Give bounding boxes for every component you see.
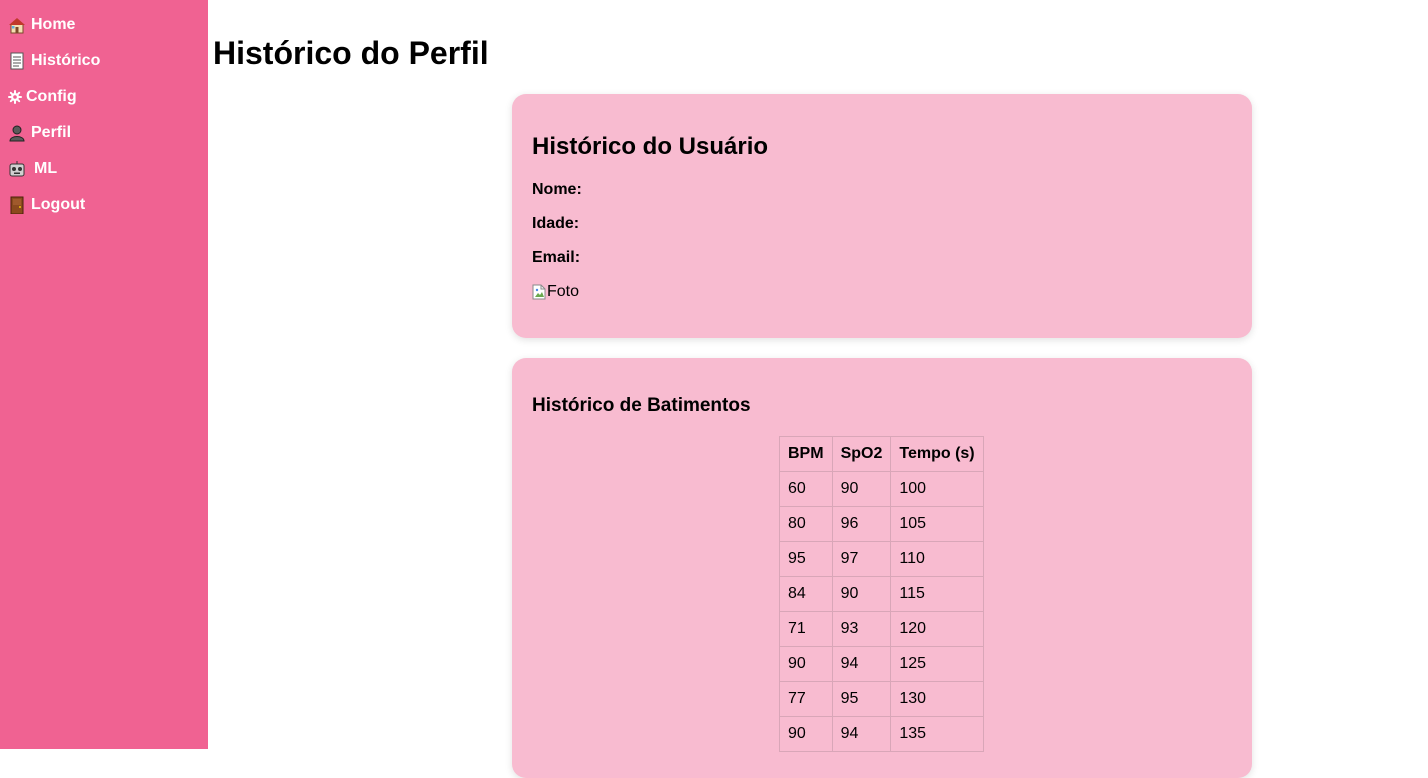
name-field: Nome: xyxy=(532,180,586,200)
time-cell: 115 xyxy=(890,576,984,612)
table-row: 60 90 100 xyxy=(779,471,984,507)
door-icon xyxy=(8,196,26,214)
beats-table: BPM SpO2 Tempo (s) 60 90 100 80 96 105 9… xyxy=(779,436,984,752)
house-icon xyxy=(8,16,26,34)
photo-alt-text: Foto xyxy=(547,283,580,300)
email-field: Email: xyxy=(532,248,584,268)
time-cell: 135 xyxy=(890,716,984,752)
table-row: 90 94 125 xyxy=(779,646,984,682)
time-cell: 110 xyxy=(890,541,984,577)
time-cell: 120 xyxy=(890,611,984,647)
user-card-title: Histórico do Usuário xyxy=(532,133,769,160)
spo2-cell: 94 xyxy=(831,716,892,752)
bpm-cell: 84 xyxy=(779,576,833,612)
sidebar-item-label: ML xyxy=(34,160,58,177)
sidebar-item-logout[interactable]: Logout xyxy=(8,193,85,217)
bpm-cell: 77 xyxy=(779,681,833,717)
table-row: 80 96 105 xyxy=(779,506,984,542)
main-content: Histórico do Perfil Histórico do Usuário… xyxy=(208,0,1428,778)
sidebar-item-label: Perfil xyxy=(31,124,72,141)
column-header: BPM xyxy=(779,436,833,472)
beats-card-title: Histórico de Batimentos xyxy=(532,395,751,416)
user-history-card: Histórico do Usuário Nome: Idade: Email:… xyxy=(512,94,1252,338)
spo2-cell: 94 xyxy=(831,646,892,682)
sidebar: Home Histórico Config Perfil ML Logout xyxy=(0,0,208,749)
bpm-cell: 90 xyxy=(779,716,833,752)
table-header-row: BPM SpO2 Tempo (s) xyxy=(779,436,984,472)
table-row: 95 97 110 xyxy=(779,541,984,577)
spo2-cell: 90 xyxy=(831,471,892,507)
time-cell: 130 xyxy=(890,681,984,717)
age-label: Idade: xyxy=(532,215,580,232)
bpm-cell: 71 xyxy=(779,611,833,647)
person-icon xyxy=(8,124,26,142)
page-icon xyxy=(8,52,26,70)
spo2-cell: 93 xyxy=(831,611,892,647)
bpm-cell: 80 xyxy=(779,506,833,542)
robot-icon xyxy=(8,160,26,178)
age-field: Idade: xyxy=(532,214,583,234)
beats-history-card: Histórico de Batimentos BPM SpO2 Tempo (… xyxy=(512,358,1252,778)
sidebar-item-ml[interactable]: ML xyxy=(8,157,57,181)
name-label: Nome: xyxy=(532,181,582,198)
sidebar-item-home[interactable]: Home xyxy=(8,13,75,37)
spo2-cell: 90 xyxy=(831,576,892,612)
sidebar-item-config[interactable]: Config xyxy=(8,85,77,109)
gear-icon xyxy=(8,90,22,104)
time-cell: 105 xyxy=(890,506,984,542)
sidebar-item-label: Histórico xyxy=(31,52,101,69)
table-row: 77 95 130 xyxy=(779,681,984,717)
column-header: Tempo (s) xyxy=(890,436,984,472)
user-photo: Foto xyxy=(532,282,579,302)
time-cell: 100 xyxy=(890,471,984,507)
bpm-cell: 90 xyxy=(779,646,833,682)
table-row: 71 93 120 xyxy=(779,611,984,647)
sidebar-item-label: Home xyxy=(31,16,76,33)
sidebar-item-historico[interactable]: Histórico xyxy=(8,49,100,73)
sidebar-item-label: Logout xyxy=(31,196,86,213)
sidebar-item-label: Config xyxy=(26,88,77,105)
sidebar-item-perfil[interactable]: Perfil xyxy=(8,121,71,145)
bpm-cell: 60 xyxy=(779,471,833,507)
table-row: 90 94 135 xyxy=(779,716,984,752)
bpm-cell: 95 xyxy=(779,541,833,577)
broken-image-icon xyxy=(532,284,546,300)
spo2-cell: 97 xyxy=(831,541,892,577)
spo2-cell: 96 xyxy=(831,506,892,542)
table-row: 84 90 115 xyxy=(779,576,984,612)
column-header: SpO2 xyxy=(831,436,892,472)
page-title: Histórico do Perfil xyxy=(213,35,489,71)
email-label: Email: xyxy=(532,249,581,266)
spo2-cell: 95 xyxy=(831,681,892,717)
time-cell: 125 xyxy=(890,646,984,682)
